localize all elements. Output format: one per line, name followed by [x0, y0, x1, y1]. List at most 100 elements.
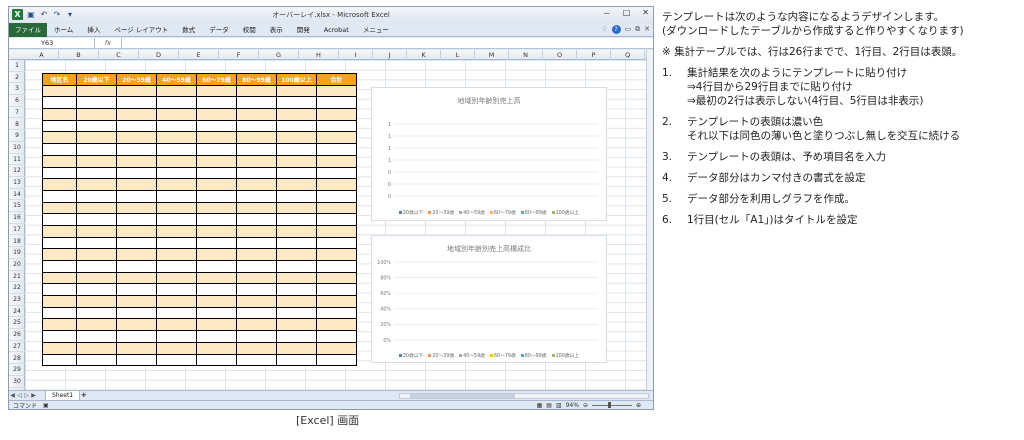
table-cell[interactable] — [196, 201, 237, 215]
table-cell[interactable] — [276, 271, 317, 285]
ribbon-tab[interactable]: 表示 — [263, 23, 290, 37]
table-cell[interactable] — [42, 96, 77, 110]
table-cell[interactable] — [116, 271, 157, 285]
table-cell[interactable] — [196, 84, 237, 98]
table-cell[interactable] — [42, 236, 77, 250]
table-cell[interactable] — [156, 318, 197, 332]
table-cell[interactable] — [156, 189, 197, 203]
table-cell[interactable] — [316, 119, 357, 133]
table-cell[interactable] — [236, 295, 277, 308]
table-cell[interactable] — [42, 201, 77, 215]
legend-entry[interactable]: 20歳以下 — [398, 209, 423, 216]
table-cell[interactable] — [316, 96, 357, 110]
zoom-in-icon[interactable]: ⊕ — [636, 402, 641, 409]
table-cell[interactable] — [116, 96, 157, 110]
table-cell[interactable] — [236, 330, 277, 343]
close-button[interactable]: ✕ — [642, 8, 649, 19]
ribbon-tab[interactable]: ページ レイアウト — [107, 23, 175, 37]
legend-entry[interactable]: 60～79歳 — [489, 352, 516, 359]
minimize-button[interactable]: － — [603, 8, 611, 19]
table-cell[interactable] — [42, 166, 77, 180]
table-cell[interactable] — [76, 154, 117, 168]
table-header-cell[interactable]: 20～39歳 — [116, 73, 157, 86]
table-cell[interactable] — [196, 143, 237, 156]
row-header[interactable]: 9 — [9, 130, 25, 142]
table-cell[interactable] — [116, 154, 157, 168]
ribbon-collapse-icon[interactable]: ♢ — [601, 25, 607, 34]
legend-entry[interactable]: 80～99歳 — [520, 209, 547, 216]
table-cell[interactable] — [76, 260, 117, 273]
table-cell[interactable] — [276, 283, 317, 297]
ribbon-tab[interactable]: ファイル — [9, 23, 47, 37]
table-cell[interactable] — [42, 154, 77, 168]
table-cell[interactable] — [316, 283, 357, 297]
table-cell[interactable] — [76, 224, 117, 238]
row-header[interactable]: 3 — [9, 83, 25, 96]
table-cell[interactable] — [76, 189, 117, 203]
table-cell[interactable] — [276, 119, 317, 133]
table-cell[interactable] — [76, 213, 117, 226]
row-header[interactable]: 13 — [9, 177, 25, 189]
table-cell[interactable] — [116, 84, 157, 98]
table-cell[interactable] — [156, 236, 197, 250]
legend-entry[interactable]: 20歳以下 — [398, 352, 423, 359]
table-cell[interactable] — [156, 201, 197, 215]
table-cell[interactable] — [276, 96, 317, 110]
table-cell[interactable] — [116, 143, 157, 156]
table-cell[interactable] — [196, 178, 237, 191]
table-cell[interactable] — [316, 154, 357, 168]
table-cell[interactable] — [116, 189, 157, 203]
horizontal-scrollbar[interactable] — [399, 393, 649, 399]
legend-entry[interactable]: 80～99歳 — [520, 352, 547, 359]
table-cell[interactable] — [42, 260, 77, 273]
table-cell[interactable] — [156, 295, 197, 308]
column-header[interactable]: B — [59, 50, 99, 60]
table-cell[interactable] — [276, 154, 317, 168]
table-cell[interactable] — [316, 189, 357, 203]
table-header-cell[interactable]: 20歳以下 — [76, 73, 117, 86]
table-cell[interactable] — [76, 166, 117, 180]
table-cell[interactable] — [316, 295, 357, 308]
row-header[interactable]: 30 — [9, 376, 25, 388]
table-cell[interactable] — [196, 341, 237, 355]
table-cell[interactable] — [316, 353, 357, 367]
table-cell[interactable] — [116, 283, 157, 297]
table-cell[interactable] — [116, 260, 157, 273]
table-cell[interactable] — [316, 213, 357, 226]
table-cell[interactable] — [236, 213, 277, 226]
table-cell[interactable] — [76, 248, 117, 261]
workbook-restore-icon[interactable]: ⧉ — [635, 25, 640, 34]
table-cell[interactable] — [276, 260, 317, 273]
legend-entry[interactable]: 100歳以上 — [551, 352, 579, 359]
page-break-view-icon[interactable]: ▥ — [556, 402, 562, 409]
table-cell[interactable] — [76, 306, 117, 320]
table-cell[interactable] — [276, 178, 317, 191]
column-header[interactable]: D — [139, 50, 179, 60]
formula-input[interactable] — [121, 38, 653, 48]
table-cell[interactable] — [156, 330, 197, 343]
table-cell[interactable] — [236, 236, 277, 250]
table-cell[interactable] — [236, 353, 277, 367]
table-cell[interactable] — [316, 260, 357, 273]
row-header[interactable]: 16 — [9, 212, 25, 224]
table-cell[interactable] — [76, 295, 117, 308]
table-cell[interactable] — [316, 236, 357, 250]
table-cell[interactable] — [116, 166, 157, 180]
table-cell[interactable] — [76, 131, 117, 145]
table-cell[interactable] — [116, 295, 157, 308]
workbook-minimize-icon[interactable]: ▭ — [625, 25, 632, 34]
column-header[interactable]: L — [441, 50, 475, 60]
table-cell[interactable] — [42, 330, 77, 343]
table-cell[interactable] — [156, 131, 197, 145]
column-header[interactable]: M — [475, 50, 509, 60]
table-cell[interactable] — [116, 306, 157, 320]
table-cell[interactable] — [236, 283, 277, 297]
table-cell[interactable] — [42, 341, 77, 355]
insert-sheet-icon[interactable]: ✚ — [80, 392, 87, 399]
table-cell[interactable] — [276, 143, 317, 156]
table-cell[interactable] — [156, 178, 197, 191]
table-cell[interactable] — [236, 166, 277, 180]
table-cell[interactable] — [156, 119, 197, 133]
zoom-slider[interactable] — [591, 402, 632, 408]
table-cell[interactable] — [116, 353, 157, 367]
